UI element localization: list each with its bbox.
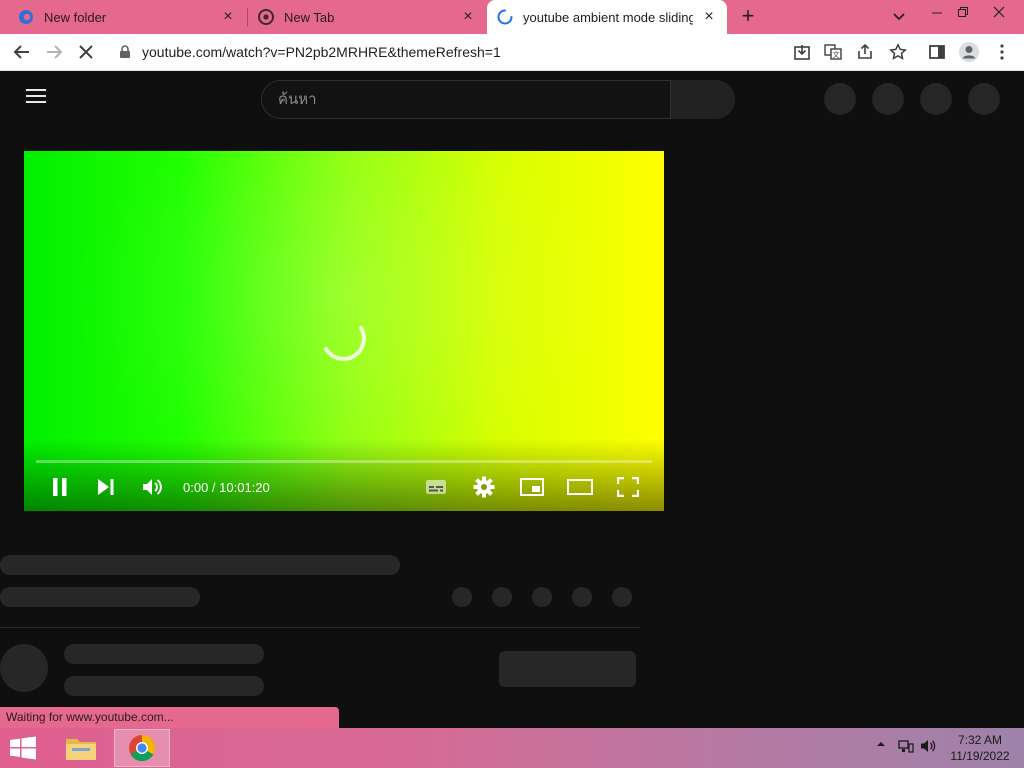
progress-bar[interactable] [36,460,652,463]
windows-taskbar: 7:32 AM 11/19/2022 [0,728,1024,768]
youtube-page: 0:00 / 10:01:20 [0,71,1024,728]
bookmark-star-icon[interactable] [886,40,910,64]
file-explorer-icon[interactable] [53,729,109,767]
divider [0,627,640,628]
subscribe-skeleton [499,651,636,687]
close-tab-icon[interactable]: × [701,9,717,25]
volume-icon[interactable] [137,473,169,501]
lock-icon[interactable] [118,45,132,59]
clock-time: 7:32 AM [957,733,1003,747]
header-placeholder-icon[interactable] [920,83,952,115]
close-tab-icon[interactable]: × [460,9,476,25]
speaker-icon[interactable] [920,738,938,757]
tab-strip: New folder × New Tab × youtube ambient m… [0,0,1024,34]
video-time: 0:00 / 10:01:20 [183,480,270,495]
fullscreen-icon[interactable] [612,473,644,501]
pause-icon[interactable] [44,473,76,501]
next-video-icon[interactable] [90,473,122,501]
more-menu-icon[interactable] [990,40,1014,64]
action-skeleton [492,587,512,607]
loading-spinner-icon [497,9,513,25]
tab-title: New Tab [284,9,335,25]
edge-like-icon [18,9,34,25]
system-clock[interactable]: 7:32 AM 11/19/2022 [940,732,1020,764]
clock-date: 11/19/2022 [950,749,1010,763]
header-placeholder-icon[interactable] [872,83,904,115]
hamburger-menu-icon[interactable] [26,89,46,105]
close-tab-icon[interactable]: × [220,9,236,25]
profile-avatar-icon[interactable] [957,40,981,64]
back-arrow-icon[interactable] [10,40,34,64]
video-player[interactable]: 0:00 / 10:01:20 [24,151,664,511]
header-placeholder-icon[interactable] [824,83,856,115]
header-placeholder-icon[interactable] [968,83,1000,115]
tab-new-tab[interactable]: New Tab × [240,0,486,34]
show-hidden-icons-icon[interactable] [876,738,886,752]
side-panel-icon[interactable] [925,40,949,64]
chrome-icon[interactable] [114,729,170,767]
search-input[interactable] [278,91,670,108]
title-skeleton [0,555,400,575]
new-tab-button[interactable]: + [736,5,760,29]
tab-title: youtube ambient mode sliding lo [523,9,693,25]
tab-title: New folder [44,9,107,25]
miniplayer-icon[interactable] [516,473,548,501]
url-text[interactable]: youtube.com/watch?v=PN2pb2MRHRE&themeRef… [142,44,501,60]
subtitles-icon[interactable] [420,473,452,501]
channel-avatar-skeleton [0,644,48,692]
theater-mode-icon[interactable] [564,473,596,501]
install-app-icon[interactable] [790,40,814,64]
windows-start-icon[interactable] [8,736,40,760]
browser-toolbar: youtube.com/watch?v=PN2pb2MRHRE&themeRef… [0,34,1024,71]
tab-new-folder[interactable]: New folder × [0,0,246,34]
channel-name-skeleton [64,644,264,664]
action-skeleton [612,587,632,607]
chrome-icon [258,9,274,25]
status-bubble: Waiting for www.youtube.com... [0,707,339,728]
subtitle-skeleton [0,587,200,607]
share-icon[interactable] [853,40,877,64]
search-button[interactable] [671,80,735,119]
settings-gear-icon[interactable] [468,473,500,501]
svg-text:文: 文 [833,50,840,59]
loading-spinner-icon [314,311,378,375]
action-skeleton [572,587,592,607]
network-icon[interactable] [898,738,914,757]
chevron-down-icon[interactable] [890,9,908,25]
forward-arrow-icon[interactable] [42,40,66,64]
channel-subs-skeleton [64,676,264,696]
search-box[interactable] [261,80,671,119]
address-bar[interactable]: youtube.com/watch?v=PN2pb2MRHRE&themeRef… [108,37,778,67]
stop-loading-icon[interactable] [74,40,98,64]
action-skeleton [532,587,552,607]
tab-youtube-active[interactable]: youtube ambient mode sliding lo × [487,0,727,34]
close-window-button[interactable] [982,0,1016,24]
action-skeleton [452,587,472,607]
restore-window-button[interactable] [946,0,980,24]
translate-icon[interactable]: 文 [821,40,845,64]
